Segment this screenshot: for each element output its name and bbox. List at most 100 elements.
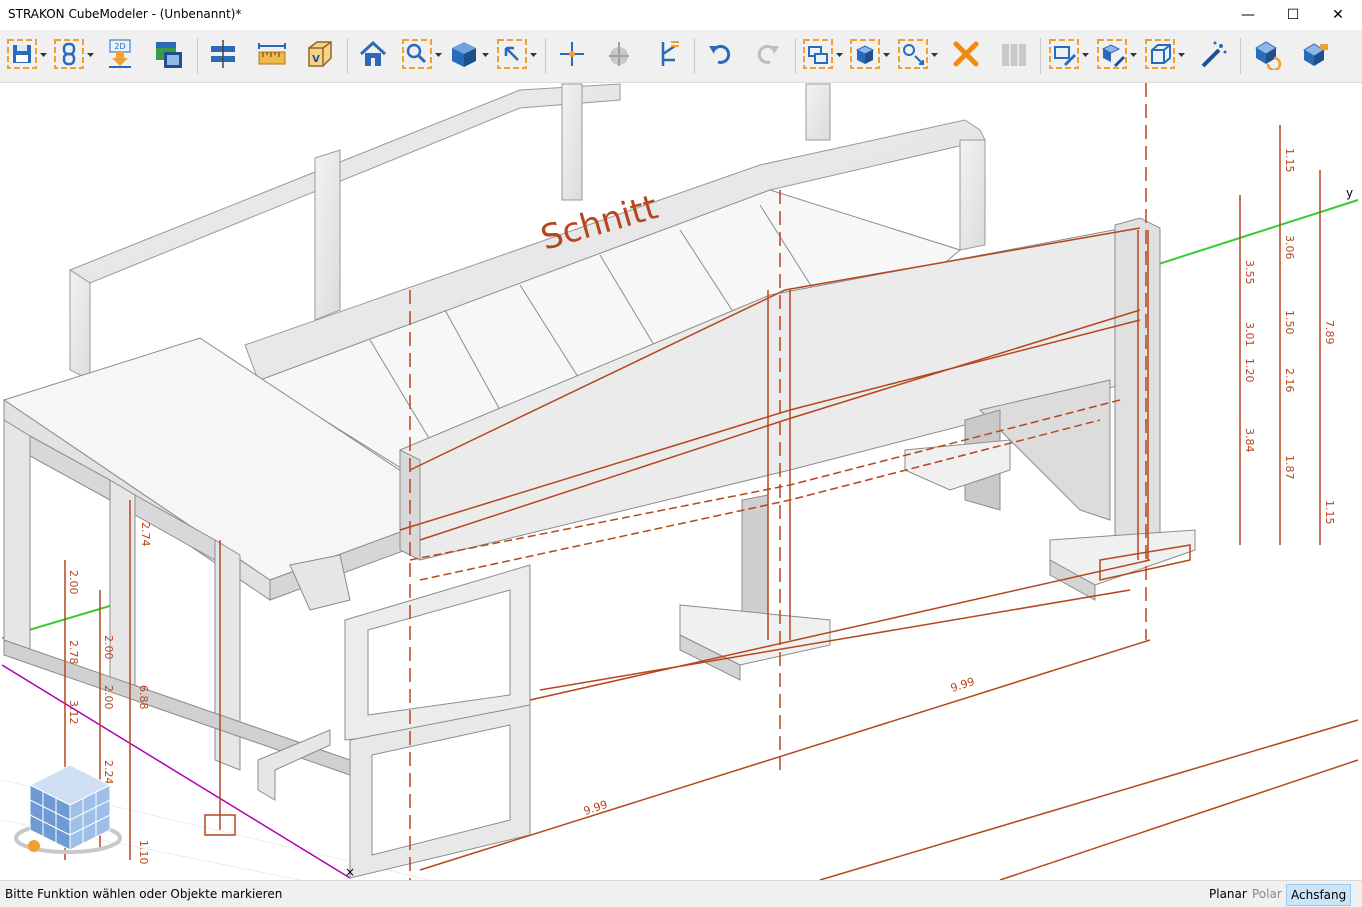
box-dropdown-icon[interactable] xyxy=(1178,51,1185,58)
dimension-text: 2.24 xyxy=(102,760,115,785)
delete-button[interactable] xyxy=(950,38,982,70)
image-export-button[interactable] xyxy=(152,38,184,70)
dimension-text: 3.01 xyxy=(1243,322,1256,347)
undo-button[interactable] xyxy=(704,38,736,70)
transform-dropdown-icon[interactable] xyxy=(931,51,938,58)
dimension-text: 3.84 xyxy=(1243,428,1256,453)
toolbar-separator xyxy=(545,38,546,74)
save-icon xyxy=(7,39,37,69)
transform-button[interactable] xyxy=(897,38,929,70)
mode-planar[interactable]: Planar xyxy=(1205,884,1251,904)
magic-wand-button[interactable] xyxy=(1197,38,1229,70)
link-dropdown-icon[interactable] xyxy=(87,51,94,58)
edit-group-button[interactable] xyxy=(1096,38,1128,70)
object-select-dropdown-icon[interactable] xyxy=(836,51,843,58)
view-cube-button[interactable]: V xyxy=(303,38,335,70)
snap-disabled-icon xyxy=(609,42,629,66)
dimension-text: 2.74 xyxy=(139,522,152,547)
magic-wand-icon xyxy=(1201,41,1227,68)
z-axis-line xyxy=(2,664,351,879)
dimension-text: 3.12 xyxy=(67,700,80,725)
box-icon xyxy=(1145,39,1175,69)
home-button[interactable] xyxy=(357,38,389,70)
group-select-icon xyxy=(850,39,880,69)
dimension-text: 2.78 xyxy=(67,640,80,665)
settings-button[interactable] xyxy=(1298,38,1330,70)
dimension-text: 7.89 xyxy=(1323,320,1336,345)
dimension-text: 1.15 xyxy=(1323,500,1336,525)
branch-button[interactable] xyxy=(651,38,683,70)
group-select-dropdown-icon[interactable] xyxy=(883,51,890,58)
solid-view-dropdown-icon[interactable] xyxy=(482,51,489,58)
redo-button[interactable] xyxy=(752,38,784,70)
solid-view-button[interactable] xyxy=(448,38,480,70)
image-export-icon xyxy=(156,42,182,68)
title-bar: STRAKON CubeModeler - (Unbenannt)* — ☐ ✕ xyxy=(0,0,1362,30)
zoom-icon xyxy=(402,39,432,69)
rotate-view-button[interactable] xyxy=(1250,38,1282,70)
transform-icon xyxy=(898,39,928,69)
link-icon xyxy=(54,39,84,69)
align-icon xyxy=(211,40,235,68)
measure-button[interactable] xyxy=(256,38,288,70)
delete-icon xyxy=(953,41,979,67)
close-button[interactable]: ✕ xyxy=(1315,0,1361,30)
toolbar-separator xyxy=(347,38,348,74)
edit-group-dropdown-icon[interactable] xyxy=(1130,51,1137,58)
zoom-dropdown-icon[interactable] xyxy=(435,51,442,58)
dimension-text: 1.15 xyxy=(1283,148,1296,173)
select-icon xyxy=(497,39,527,69)
settings-icon xyxy=(1303,43,1328,66)
close-icon: ✕ xyxy=(1332,7,1344,23)
minimize-button[interactable]: — xyxy=(1225,0,1271,30)
link-button[interactable] xyxy=(53,38,85,70)
maximize-button[interactable]: ☐ xyxy=(1270,0,1316,30)
select-dropdown-icon[interactable] xyxy=(530,51,537,58)
object-select-button[interactable] xyxy=(802,38,834,70)
mode-achsfang[interactable]: Achsfang xyxy=(1286,884,1352,906)
select-window-button[interactable] xyxy=(496,38,528,70)
dimension-text: 1.20 xyxy=(1243,358,1256,383)
dimension-text: 2.00 xyxy=(67,570,80,595)
dimension-text: 2.00 xyxy=(102,635,115,660)
model-viewport[interactable]: y Schnitt 9.99 9.99 1.15 3.06 3.55 7.89 … xyxy=(2,83,1360,880)
model-drawing[interactable]: y Schnitt 9.99 9.99 1.15 3.06 3.55 7.89 … xyxy=(2,83,1360,880)
toolbar-separator xyxy=(694,38,695,74)
wall-button[interactable] xyxy=(998,38,1030,70)
edit-object-dropdown-icon[interactable] xyxy=(1082,51,1089,58)
minimize-icon: — xyxy=(1241,7,1255,23)
view-cube-v-icon: V xyxy=(308,41,332,67)
rotate-view-icon xyxy=(1255,41,1282,70)
dimension-text: 9.99 xyxy=(949,675,976,695)
edit-object-icon xyxy=(1049,39,1079,69)
svg-text:2D: 2D xyxy=(114,42,125,51)
save-dropdown-icon[interactable] xyxy=(40,51,47,58)
dimension-text: 3.06 xyxy=(1283,235,1296,260)
edit-object-button[interactable] xyxy=(1048,38,1080,70)
group-select-button[interactable] xyxy=(849,38,881,70)
zoom-button[interactable] xyxy=(401,38,433,70)
measure-icon xyxy=(258,43,286,65)
snap-button[interactable] xyxy=(603,38,635,70)
status-bar: Bitte Funktion wählen oder Objekte marki… xyxy=(0,880,1362,907)
dimension-text: 6.88 xyxy=(137,685,150,710)
object-select-icon xyxy=(803,39,833,69)
dimension-text: 1.10 xyxy=(137,840,150,865)
box-button[interactable] xyxy=(1144,38,1176,70)
toolbar-separator xyxy=(795,38,796,74)
undo-icon xyxy=(709,45,731,64)
import-2d-button[interactable]: 2D xyxy=(104,38,136,70)
front-frame xyxy=(344,564,531,879)
dimension-text: 3.55 xyxy=(1243,260,1256,285)
2d-import-icon: 2D xyxy=(109,39,131,68)
dimension-text: 1.50 xyxy=(1283,310,1296,335)
redo-icon xyxy=(757,45,779,64)
axis-label: y xyxy=(1346,186,1353,200)
save-button[interactable] xyxy=(6,38,38,70)
window-title: STRAKON CubeModeler - (Unbenannt)* xyxy=(8,7,242,21)
align-button[interactable] xyxy=(207,38,239,70)
edit-group-icon xyxy=(1097,39,1127,69)
axis-button[interactable] xyxy=(556,38,588,70)
toolbar-separator xyxy=(1240,38,1241,74)
mode-polar[interactable]: Polar xyxy=(1248,884,1286,904)
